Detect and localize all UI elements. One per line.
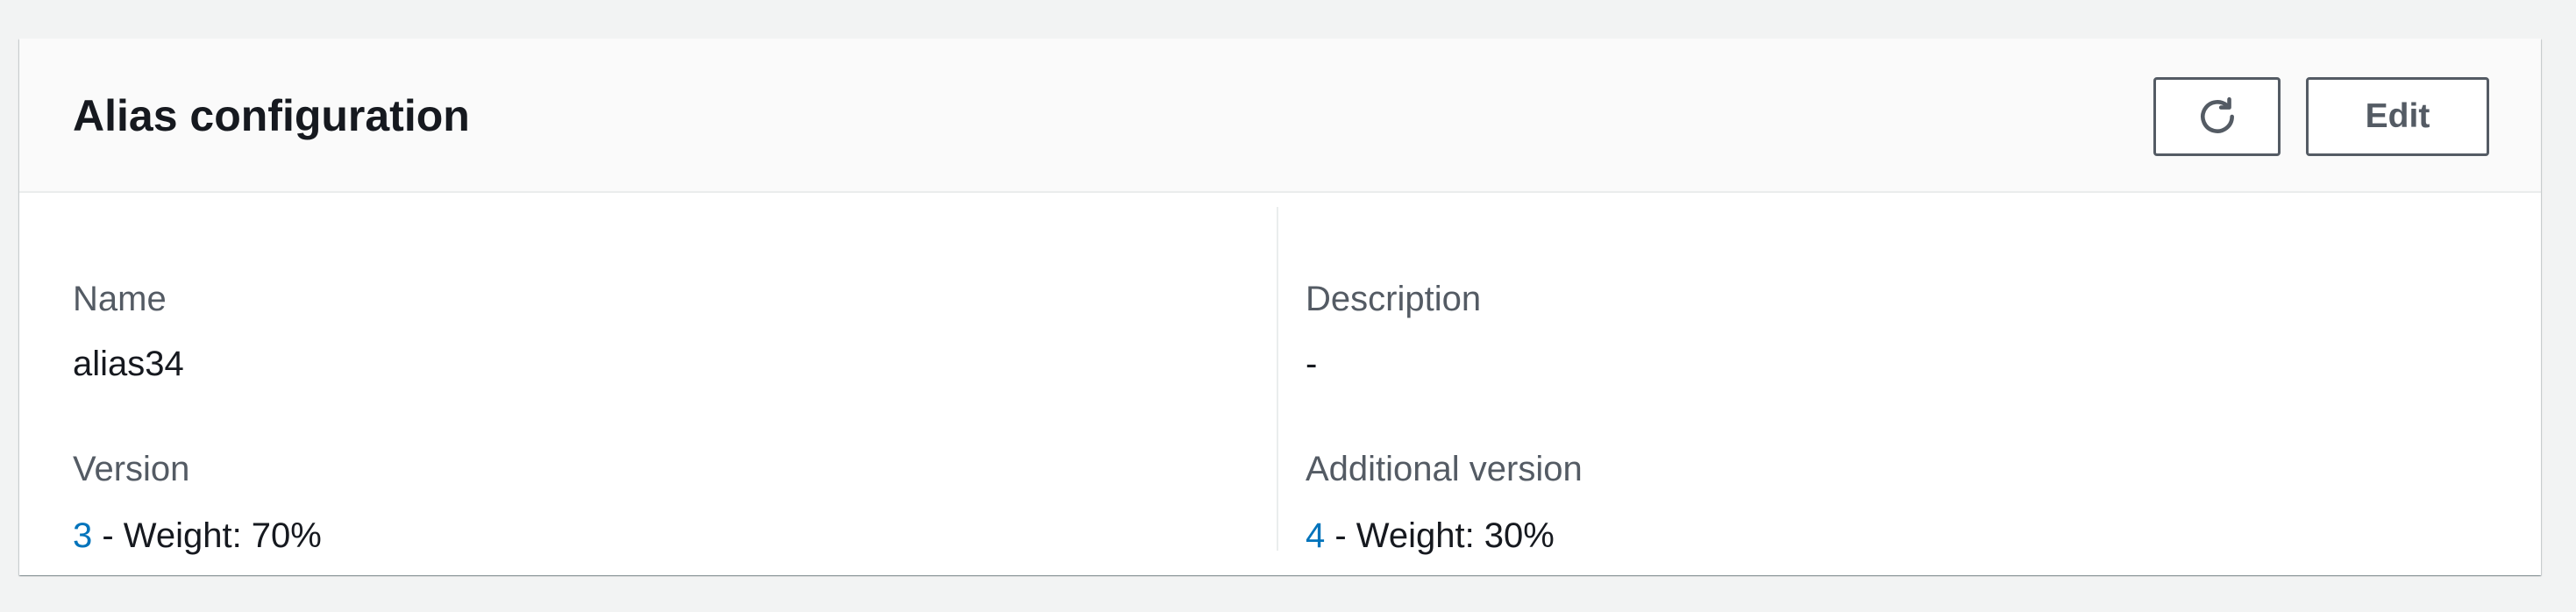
panel-header: Alias configuration Edit (19, 39, 2541, 193)
alias-configuration-panel: Alias configuration Edit Name alias34 Ve… (19, 39, 2541, 575)
refresh-button[interactable] (2153, 77, 2281, 156)
additional-version-link[interactable]: 4 (1306, 516, 1325, 555)
additional-version-label: Additional version (1306, 450, 1583, 488)
name-value: alias34 (73, 345, 184, 383)
description-label: Description (1306, 280, 1482, 318)
version-value: 3 - Weight: 70% (73, 515, 322, 557)
edit-button[interactable]: Edit (2306, 77, 2489, 156)
additional-version-value: 4 - Weight: 30% (1306, 515, 1555, 557)
additional-version-weight: - Weight: 30% (1325, 516, 1555, 555)
name-label: Name (73, 280, 167, 318)
description-value: - (1306, 345, 1318, 383)
version-link[interactable]: 3 (73, 516, 92, 555)
version-label: Version (73, 450, 190, 488)
version-weight: - Weight: 70% (92, 516, 322, 555)
panel-title: Alias configuration (73, 91, 470, 140)
refresh-icon (2195, 95, 2239, 139)
column-divider (1277, 207, 1278, 551)
